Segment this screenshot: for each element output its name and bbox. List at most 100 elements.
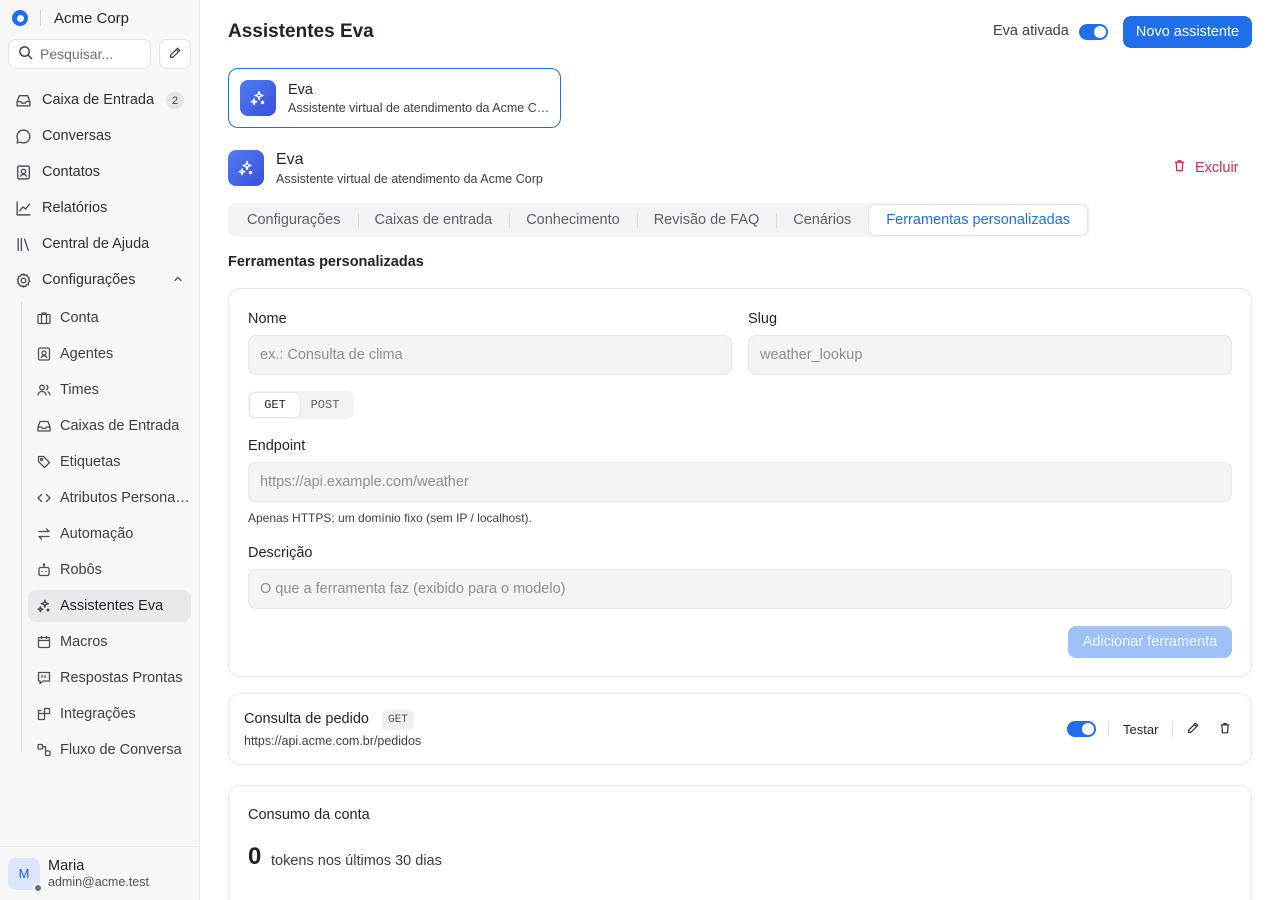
- inbox-count-badge: 2: [166, 92, 184, 109]
- settings-subtree-line: [21, 302, 22, 752]
- new-tool-form: Nome Slug GET POST Endpoint Apenas HTTPS…: [228, 288, 1252, 677]
- user-name: Maria: [48, 858, 85, 874]
- tool-url: https://api.acme.com.br/pedidos: [244, 734, 422, 748]
- edit-tool-button[interactable]: [1183, 719, 1203, 739]
- flow-icon: [35, 741, 53, 759]
- settings-item-automacao[interactable]: Automação: [28, 518, 191, 550]
- nav-help-center-label: Central de Ajuda: [42, 236, 150, 252]
- calendar-icon: [35, 633, 53, 651]
- nav-conversations[interactable]: Conversas: [8, 120, 192, 152]
- user-email: admin@acme.test: [48, 875, 149, 889]
- delete-assistant-button[interactable]: Excluir: [1172, 158, 1239, 177]
- description-input[interactable]: [248, 569, 1232, 609]
- settings-item-etiquetas[interactable]: Etiquetas: [28, 446, 191, 478]
- chat-bubble-icon: [14, 127, 32, 145]
- settings-item-label: Respostas Prontas: [60, 670, 183, 686]
- settings-item-robos[interactable]: Robôs: [28, 554, 191, 586]
- main-content: Assistentes Eva Eva ativada Novo assiste…: [200, 0, 1280, 900]
- nav-contacts[interactable]: Contatos: [8, 156, 192, 188]
- settings-item-caixas-de-entrada[interactable]: Caixas de Entrada: [28, 410, 191, 442]
- settings-item-conta[interactable]: Conta: [28, 302, 191, 334]
- eva-enabled-toggle[interactable]: [1079, 24, 1108, 40]
- tab-conhecimento[interactable]: Conhecimento: [509, 204, 637, 236]
- avatar-initial: M: [18, 866, 30, 881]
- trash-icon: [1172, 158, 1187, 177]
- delete-tool-button[interactable]: [1215, 719, 1235, 739]
- inbox-icon: [14, 91, 32, 109]
- assistant-card-name: Eva: [288, 81, 313, 98]
- contact-card-icon: [35, 345, 53, 363]
- name-label: Nome: [248, 311, 287, 327]
- inbox-icon: [35, 417, 53, 435]
- new-assistant-button[interactable]: Novo assistente: [1123, 16, 1252, 48]
- assistant-detail-header: Eva Assistente virtual de atendimento da…: [228, 150, 543, 186]
- divider: [1108, 721, 1109, 737]
- usage-token-label: tokens nos últimos 30 dias: [271, 853, 442, 869]
- assistant-card-description: Assistente virtual de atendimento da Acm…: [288, 100, 553, 115]
- tab-revisao-de-faq[interactable]: Revisão de FAQ: [636, 204, 777, 236]
- settings-item-respostas-prontas[interactable]: Respostas Prontas: [28, 662, 191, 694]
- settings-item-atributos-personalizados[interactable]: Atributos Personalizados: [28, 482, 191, 514]
- method-post-option[interactable]: POST: [300, 393, 350, 417]
- tool-name: Consulta de pedido: [244, 711, 369, 727]
- name-input[interactable]: [248, 335, 732, 375]
- nav-inbox[interactable]: Caixa de Entrada 2: [8, 84, 192, 116]
- settings-item-label: Fluxo de Conversa: [60, 742, 182, 758]
- endpoint-hint: Apenas HTTPS; um domínio fixo (sem IP / …: [248, 511, 532, 525]
- method-get-option[interactable]: GET: [250, 393, 300, 417]
- nav-reports[interactable]: Relatórios: [8, 192, 192, 224]
- chevron-up-icon[interactable]: [172, 273, 184, 289]
- settings-item-label: Integrações: [60, 706, 136, 722]
- add-tool-button[interactable]: Adicionar ferramenta: [1068, 626, 1232, 658]
- slug-label: Slug: [748, 311, 778, 327]
- settings-item-label: Caixas de Entrada: [60, 418, 180, 434]
- pencil-icon: [1186, 721, 1200, 738]
- nav-help-center[interactable]: Central de Ajuda: [8, 228, 192, 260]
- tab-ferramentas-personalizadas[interactable]: Ferramentas personalizadas: [868, 204, 1089, 236]
- bot-icon: [35, 561, 53, 579]
- settings-item-label: Automação: [60, 526, 134, 542]
- message-quote-icon: [35, 669, 53, 687]
- settings-item-times[interactable]: Times: [28, 374, 191, 406]
- settings-item-agentes[interactable]: Agentes: [28, 338, 191, 370]
- settings-item-integracoes[interactable]: Integrações: [28, 698, 191, 730]
- avatar[interactable]: M: [8, 857, 43, 893]
- assistant-tabs: Configurações Caixas de entrada Conhecimen…: [228, 203, 1090, 237]
- page-title: Assistentes Eva: [228, 21, 374, 42]
- tag-icon: [35, 453, 53, 471]
- sidebar: Acme Corp Caixa de Entrada 2 Conversas C…: [0, 0, 200, 900]
- presence-status-dot: [33, 882, 43, 893]
- test-tool-button[interactable]: Testar: [1123, 722, 1158, 737]
- trash-icon: [1218, 721, 1232, 738]
- assistant-card-eva[interactable]: Eva Assistente virtual de atendimento da…: [228, 68, 561, 128]
- endpoint-input[interactable]: [248, 462, 1232, 502]
- account-usage-card: Consumo da conta 0 tokens nos últimos 30…: [228, 785, 1252, 900]
- settings-item-label: Conta: [60, 310, 99, 326]
- sparkles-icon: [35, 597, 53, 615]
- nav-conversations-label: Conversas: [42, 128, 112, 144]
- tab-caixas-de-entrada[interactable]: Caixas de entrada: [357, 204, 510, 236]
- user-profile[interactable]: M Maria admin@acme.test: [0, 846, 199, 900]
- settings-item-assistentes-eva[interactable]: Assistentes Eva: [28, 590, 191, 622]
- compose-button[interactable]: [159, 39, 191, 69]
- brand[interactable]: Acme Corp: [12, 8, 129, 28]
- settings-item-macros[interactable]: Macros: [28, 626, 191, 658]
- tab-cenarios[interactable]: Cenários: [776, 204, 868, 236]
- section-title: Ferramentas personalizadas: [228, 254, 424, 270]
- nav-inbox-label: Caixa de Entrada: [42, 92, 155, 108]
- tool-method-badge: GET: [382, 710, 414, 730]
- briefcase-icon: [35, 309, 53, 327]
- search-icon: [18, 45, 33, 63]
- tab-configuracoes[interactable]: Configurações: [230, 204, 358, 236]
- settings-item-label: Robôs: [60, 562, 102, 578]
- assistant-detail-description: Assistente virtual de atendimento da Acm…: [276, 172, 543, 186]
- search-input[interactable]: [40, 46, 140, 62]
- nav-settings[interactable]: Configurações: [8, 264, 192, 296]
- search-box[interactable]: [8, 39, 151, 69]
- slug-input[interactable]: [748, 335, 1232, 375]
- settings-item-fluxo-de-conversa[interactable]: Fluxo de Conversa: [28, 734, 191, 766]
- delete-assistant-label: Excluir: [1195, 159, 1239, 176]
- tool-enabled-toggle[interactable]: [1067, 721, 1096, 737]
- library-icon: [14, 235, 32, 253]
- eva-toggle-label: Eva ativada: [993, 23, 1069, 39]
